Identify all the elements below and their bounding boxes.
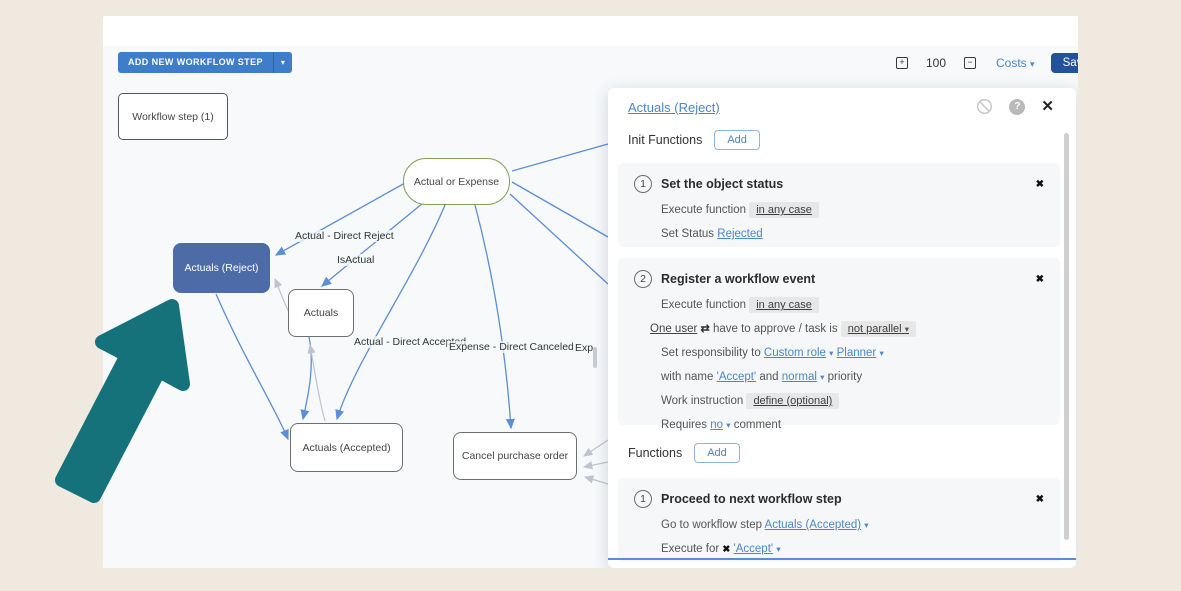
node-actuals-reject[interactable]: Actuals (Reject) bbox=[173, 243, 270, 293]
functions-add-button[interactable]: Add bbox=[694, 443, 740, 463]
canvas-vertical-scrollbar[interactable] bbox=[593, 347, 597, 368]
edge-label-expense-direct-canceled: Expense - Direct Canceled bbox=[447, 341, 576, 353]
execute-for-label: Execute for bbox=[661, 543, 719, 555]
priority-link[interactable]: normal bbox=[782, 371, 817, 383]
requires-label: Requires bbox=[661, 419, 707, 431]
requires-link[interactable]: no bbox=[710, 419, 723, 431]
repeat-icon[interactable]: ⇄ bbox=[701, 323, 710, 335]
and-label: and bbox=[759, 371, 778, 383]
functions-heading: Functions bbox=[628, 446, 682, 460]
priority-label: priority bbox=[828, 371, 863, 383]
set-status-row: Set Status Rejected bbox=[661, 227, 1044, 242]
init-functions-header: Init Functions Add bbox=[628, 130, 760, 150]
panel-scrollbar[interactable] bbox=[1064, 133, 1069, 540]
function-number-badge: 1 bbox=[634, 490, 652, 508]
node-cancel-purchase-order[interactable]: Cancel purchase order bbox=[453, 432, 577, 480]
remove-function-icon[interactable]: ✖ bbox=[1036, 179, 1044, 190]
edge-label-actual-direct-reject: Actual - Direct Reject bbox=[293, 230, 396, 242]
zoom-out-icon[interactable]: − bbox=[964, 57, 976, 69]
goto-step-row: Go to workflow step Actuals (Accepted) ▾ bbox=[661, 518, 1044, 533]
node-workflow-step-1[interactable]: Workflow step (1) bbox=[118, 93, 228, 140]
close-icon[interactable]: ✕ bbox=[1041, 99, 1054, 115]
caret-down-icon[interactable]: ▾ bbox=[864, 520, 868, 530]
approve-text: have to approve / task is bbox=[713, 323, 838, 335]
add-new-workflow-step-label: ADD NEW WORKFLOW STEP bbox=[118, 52, 273, 73]
set-status-label: Set Status bbox=[661, 228, 714, 240]
caret-down-icon: ▾ bbox=[1030, 59, 1035, 69]
caret-down-icon[interactable]: ▾ bbox=[776, 544, 780, 554]
caret-down-icon[interactable]: ▾ bbox=[879, 348, 883, 358]
caret-down-icon[interactable]: ▾ bbox=[726, 420, 730, 430]
parallel-badge-label: not parallel bbox=[848, 323, 902, 335]
edge-label-expense-clipped: Exp bbox=[573, 342, 595, 354]
toolbar-right: + 100 − Costs ▾ Save bbox=[896, 52, 1078, 73]
panel-header-icons: ? ✕ bbox=[976, 98, 1054, 115]
function-number-badge: 2 bbox=[634, 270, 652, 288]
function-title: Register a workflow event bbox=[661, 272, 1027, 286]
node-actuals-accepted[interactable]: Actuals (Accepted) bbox=[290, 423, 403, 472]
execute-function-label: Execute function bbox=[661, 299, 746, 311]
edge-label-isactual: IsActual bbox=[335, 254, 376, 266]
execute-function-row: Execute function in any case bbox=[661, 298, 1044, 313]
caret-down-icon[interactable]: ▾ bbox=[820, 372, 824, 382]
panel-footer-divider bbox=[608, 558, 1076, 560]
execute-function-label: Execute function bbox=[661, 204, 746, 216]
app-window: Actual - Direct Reject IsActual Actual -… bbox=[103, 16, 1078, 568]
caret-down-icon: ▾ bbox=[905, 324, 909, 334]
remove-function-icon[interactable]: ✖ bbox=[1036, 274, 1044, 285]
init-function-card-2: 2 Register a workflow event ✖ Execute fu… bbox=[618, 258, 1060, 425]
execute-condition-badge[interactable]: in any case bbox=[749, 202, 819, 218]
panel-title-link[interactable]: Actuals (Reject) bbox=[628, 100, 720, 115]
functions-header: Functions Add bbox=[628, 443, 740, 463]
work-instruction-label: Work instruction bbox=[661, 395, 743, 407]
node-actuals[interactable]: Actuals bbox=[288, 289, 354, 337]
costs-label: Costs bbox=[996, 56, 1027, 70]
zoom-level-value: 100 bbox=[908, 56, 964, 70]
execute-for-row: Execute for ✖ 'Accept' ▾ bbox=[661, 542, 1044, 557]
execute-condition-badge[interactable]: in any case bbox=[749, 297, 819, 313]
execute-function-row: Execute function in any case bbox=[661, 203, 1044, 218]
save-button[interactable]: Save bbox=[1051, 53, 1078, 73]
responsibility-label: Set responsibility to bbox=[661, 347, 761, 359]
parallel-badge[interactable]: not parallel ▾ bbox=[841, 321, 916, 337]
status-link[interactable]: Rejected bbox=[717, 228, 762, 240]
work-instruction-badge[interactable]: define (optional) bbox=[746, 393, 839, 409]
caret-down-icon: ▾ bbox=[281, 58, 285, 67]
execute-for-link[interactable]: 'Accept' bbox=[734, 543, 774, 555]
goto-step-link[interactable]: Actuals (Accepted) bbox=[765, 519, 862, 531]
init-functions-add-button[interactable]: Add bbox=[714, 130, 760, 150]
add-new-workflow-step-button[interactable]: ADD NEW WORKFLOW STEP ▾ bbox=[118, 52, 292, 73]
role-type-link[interactable]: Custom role bbox=[764, 347, 826, 359]
work-instruction-row: Work instruction define (optional) bbox=[661, 394, 1044, 409]
name-label: with name bbox=[661, 371, 713, 383]
function-number-badge: 1 bbox=[634, 175, 652, 193]
init-function-card-1: 1 Set the object status ✖ Execute functi… bbox=[618, 163, 1060, 247]
task-name-link[interactable]: 'Accept' bbox=[717, 371, 757, 383]
function-title: Set the object status bbox=[661, 177, 1027, 191]
goto-step-label: Go to workflow step bbox=[661, 519, 762, 531]
init-functions-heading: Init Functions bbox=[628, 133, 702, 147]
task-name-row: with name 'Accept' and normal ▾ priority bbox=[661, 370, 1044, 385]
role-link[interactable]: Planner bbox=[837, 347, 877, 359]
function-card-1: 1 Proceed to next workflow step ✖ Go to … bbox=[618, 478, 1060, 562]
help-icon[interactable]: ? bbox=[1009, 99, 1025, 115]
function-title: Proceed to next workflow step bbox=[661, 492, 1027, 506]
requires-comment-row: Requires no ▾ comment bbox=[661, 418, 1044, 433]
add-step-dropdown-toggle[interactable]: ▾ bbox=[273, 52, 292, 73]
remove-function-icon[interactable]: ✖ bbox=[1036, 494, 1044, 505]
step-properties-panel: Actuals (Reject) ? ✕ Init Functions Add … bbox=[608, 88, 1076, 568]
caret-down-icon[interactable]: ▾ bbox=[829, 348, 833, 358]
comment-label: comment bbox=[734, 419, 781, 431]
zoom-in-icon[interactable]: + bbox=[896, 57, 908, 69]
disable-icon[interactable] bbox=[976, 98, 993, 115]
approver-row: One user ⇄ have to approve / task is not… bbox=[650, 322, 1044, 337]
approver-link[interactable]: One user bbox=[650, 323, 697, 335]
remove-tag-icon[interactable]: ✖ bbox=[722, 544, 730, 555]
responsibility-row: Set responsibility to Custom role ▾ Plan… bbox=[661, 346, 1044, 361]
costs-dropdown[interactable]: Costs ▾ bbox=[996, 56, 1035, 70]
node-actual-or-expense[interactable]: Actual or Expense bbox=[403, 158, 510, 205]
